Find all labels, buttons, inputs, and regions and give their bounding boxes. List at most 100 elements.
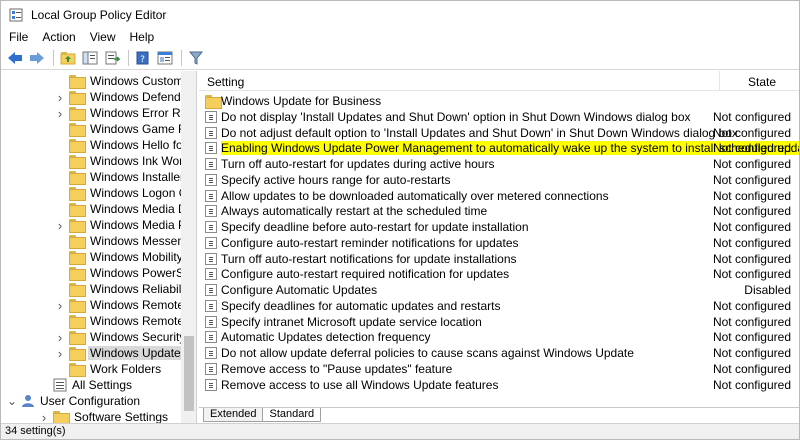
policy-setting-icon	[205, 236, 217, 249]
policy-setting-row[interactable]: Enabling Windows Update Power Management…	[199, 140, 799, 156]
policy-setting-row[interactable]: Automatic Updates detection frequency Not…	[199, 329, 799, 345]
policy-setting-icon	[205, 189, 217, 202]
policy-setting-icon	[205, 110, 217, 123]
back-button[interactable]	[5, 48, 25, 68]
chevron-right-icon[interactable]: ›	[55, 297, 65, 313]
folder-icon	[69, 171, 86, 185]
tree-item[interactable]: › Windows Media Playe	[55, 217, 196, 233]
tree-item[interactable]: Windows Installer	[55, 169, 186, 185]
policy-setting-icon	[205, 378, 217, 391]
policy-setting-row[interactable]: Configure Automatic Updates Disabled	[199, 282, 799, 298]
group-policy-app-icon	[9, 8, 23, 22]
chevron-right-icon[interactable]: ›	[55, 345, 65, 361]
tree-item[interactable]: Windows Customer Ex	[55, 73, 196, 89]
policy-setting-row[interactable]: Allow updates to be downloaded automatic…	[199, 188, 799, 204]
policy-setting-row[interactable]: Remove access to use all Windows Update …	[199, 377, 799, 393]
menu-help[interactable]: Help	[123, 30, 162, 44]
tree-item[interactable]: Windows Reliability A	[55, 281, 196, 297]
tree-item[interactable]: › Windows Security	[55, 329, 187, 345]
setting-state: Not configured	[712, 314, 791, 329]
chevron-right-icon[interactable]: ›	[55, 217, 65, 233]
tree-item[interactable]: Windows Hello for Bu	[55, 137, 196, 153]
policy-setting-row[interactable]: Turn off auto-restart for updates during…	[199, 156, 799, 172]
tab-extended[interactable]: Extended	[203, 408, 264, 422]
policy-setting-row[interactable]: Do not allow update deferral policies to…	[199, 345, 799, 361]
tree-item[interactable]: Windows Media Digita	[55, 201, 196, 217]
view-tabs: Extended Standard	[199, 407, 799, 423]
policy-setting-icon	[205, 268, 217, 281]
setting-name: Configure auto-restart required notifica…	[221, 267, 510, 282]
folder-icon	[69, 299, 86, 313]
tree-item[interactable]: Windows Game Recor	[55, 121, 196, 137]
menu-action[interactable]: Action	[35, 30, 82, 44]
tree-item[interactable]: › Software Settings	[39, 409, 170, 423]
tree-item[interactable]: Work Folders	[55, 361, 163, 377]
tree-item[interactable]: Windows Messenger	[55, 233, 196, 249]
export-list-button[interactable]	[102, 48, 122, 68]
list-folder-row[interactable]: Windows Update for Business	[199, 93, 799, 109]
tree-item[interactable]: ⌄ User Configuration	[7, 393, 142, 409]
up-folder-button[interactable]	[58, 48, 78, 68]
chevron-right-icon[interactable]: ›	[55, 89, 65, 105]
toolbar-separator	[181, 49, 182, 66]
tree-item[interactable]: › Windows Error Report	[55, 105, 196, 121]
folder-icon	[205, 95, 222, 109]
setting-name: Automatic Updates detection frequency	[221, 330, 431, 345]
policy-setting-row[interactable]: Specify deadline before auto-restart for…	[199, 219, 799, 235]
policy-setting-row[interactable]: Turn off auto-restart notifications for …	[199, 251, 799, 267]
tree-item[interactable]: › Windows Update	[55, 345, 183, 361]
tree-item[interactable]: Windows PowerShell	[55, 265, 196, 281]
filter-button[interactable]	[186, 48, 206, 68]
tree-item-label: All Settings	[72, 378, 133, 392]
column-divider[interactable]	[719, 71, 720, 91]
show-hide-tree-button[interactable]	[80, 48, 100, 68]
tree-item[interactable]: Windows Logon Optic	[55, 185, 196, 201]
policy-setting-row[interactable]: Specify intranet Microsoft update servic…	[199, 314, 799, 330]
chevron-right-icon[interactable]: ›	[39, 409, 49, 424]
app-window: Local Group Policy Editor File Action Vi…	[0, 0, 800, 440]
help-button[interactable]: ?	[133, 48, 153, 68]
forward-button[interactable]	[27, 48, 47, 68]
setting-state: Not configured	[712, 361, 791, 376]
chevron-right-icon[interactable]: ›	[55, 105, 65, 121]
tree-item-label: Work Folders	[90, 362, 162, 376]
setting-name: Specify deadline before auto-restart for…	[221, 220, 529, 234]
setting-state: Not configured	[712, 141, 791, 156]
window-title: Local Group Policy Editor	[31, 7, 167, 22]
tree-item[interactable]: › Windows Remote Mar	[55, 297, 196, 313]
menu-file[interactable]: File	[1, 30, 35, 44]
tree-item-label: Windows Security	[90, 330, 186, 344]
tree-item[interactable]: All Settings	[39, 377, 134, 393]
status-bar: 34 setting(s)	[1, 423, 799, 439]
folder-icon	[69, 235, 86, 249]
policy-setting-icon	[205, 221, 217, 233]
tree-item[interactable]: Windows Mobility Cer	[55, 249, 196, 265]
menu-view[interactable]: View	[83, 30, 123, 44]
properties-button[interactable]	[155, 48, 175, 68]
policy-setting-row[interactable]: Always automatically restart at the sche…	[199, 203, 799, 219]
folder-icon	[69, 251, 86, 265]
policy-setting-row[interactable]: Do not display 'Install Updates and Shut…	[199, 109, 799, 125]
tree-item[interactable]: Windows Remote She	[55, 313, 196, 329]
column-header-setting[interactable]: Setting	[207, 75, 244, 89]
policy-setting-row[interactable]: Specify active hours range for auto-rest…	[199, 172, 799, 188]
policy-setting-row[interactable]: Do not adjust default option to 'Install…	[199, 125, 799, 141]
tree-scrollbar-thumb[interactable]	[184, 336, 194, 411]
policy-setting-row[interactable]: Configure auto-restart required notifica…	[199, 266, 799, 282]
setting-state: Not configured	[712, 109, 791, 124]
tab-standard[interactable]: Standard	[262, 408, 322, 422]
setting-name: Turn off auto-restart for updates during…	[221, 157, 495, 171]
tree-item[interactable]: ›Windows Defender Sn	[55, 89, 196, 105]
tree-item[interactable]: Windows Ink Workspa	[55, 153, 196, 169]
column-header-state[interactable]: State	[748, 75, 776, 89]
policy-setting-row[interactable]: Configure auto-restart reminder notifica…	[199, 235, 799, 251]
chevron-right-icon[interactable]: ›	[55, 329, 65, 345]
policy-setting-row[interactable]: Remove access to "Pause updates" feature…	[199, 361, 799, 377]
chevron-down-icon[interactable]: ⌄	[7, 393, 17, 409]
setting-state: Not configured	[712, 125, 791, 140]
folder-icon	[69, 347, 86, 361]
policy-setting-row[interactable]: Specify deadlines for automatic updates …	[199, 298, 799, 314]
